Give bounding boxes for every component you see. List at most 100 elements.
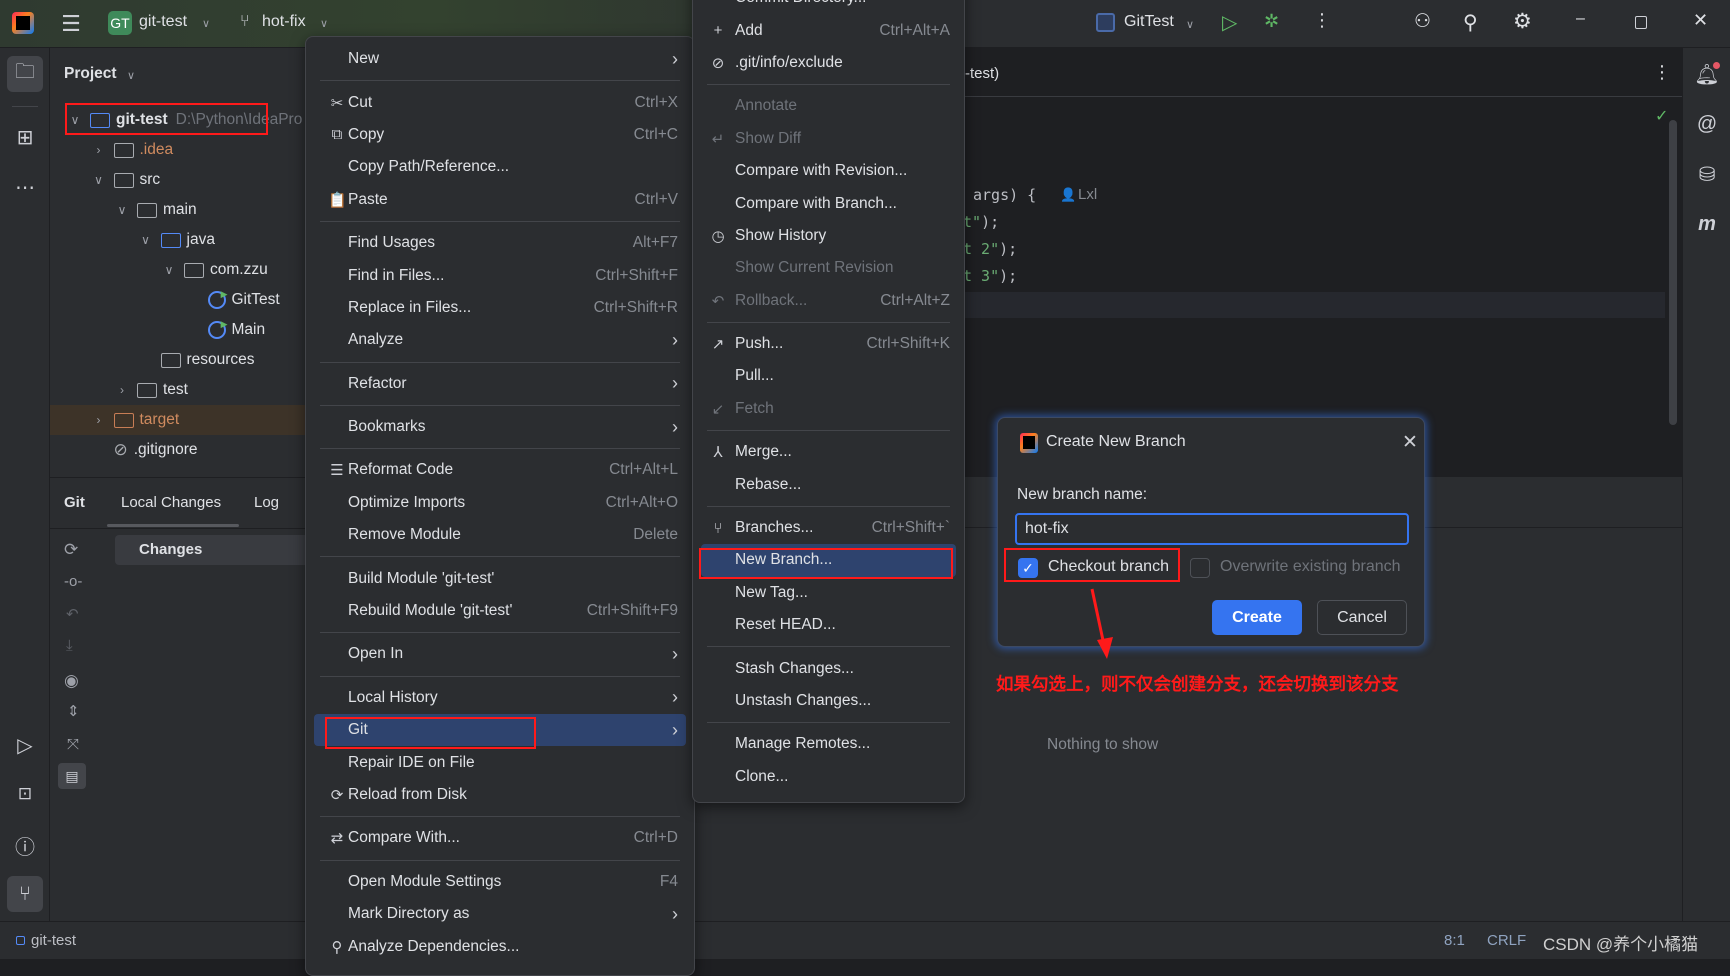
project-badge[interactable]: GT (108, 11, 132, 35)
menu-item-paste[interactable]: 📋 Paste Ctrl+V (314, 184, 686, 216)
branch-dropdown[interactable]: hot-fix (262, 13, 306, 31)
code-line[interactable]: args) { (973, 186, 1036, 204)
main-menu-icon[interactable]: ☰ (58, 11, 84, 36)
menu-item-rollback[interactable]: ↶ Rollback... Ctrl+Alt+Z (701, 285, 956, 317)
menu-item-push[interactable]: ↗ Push... Ctrl+Shift+K (701, 328, 956, 360)
tree-item[interactable]: › target (50, 405, 305, 435)
chevron-down-icon[interactable]: ∨ (115, 203, 129, 217)
close-window-icon[interactable]: ✕ (1693, 10, 1708, 31)
commit-icon[interactable]: -o- (64, 573, 82, 590)
git-tool-icon[interactable]: ⑂ (7, 876, 43, 912)
menu-item-cut[interactable]: ✂ Cut Ctrl+X (314, 86, 686, 118)
tree-item[interactable]: ▶ Main (50, 315, 305, 345)
editor-scrollbar[interactable] (1669, 120, 1677, 425)
add-user-icon[interactable]: ⚇ (1414, 10, 1431, 33)
overwrite-branch-checkbox[interactable] (1190, 558, 1210, 578)
tree-item[interactable]: ∨ src (50, 165, 305, 195)
editor-tab-menu-icon[interactable]: ⋮ (1653, 62, 1671, 83)
menu-item-find-in-files[interactable]: Find in Files... Ctrl+Shift+F (314, 259, 686, 291)
ai-assistant-icon[interactable]: @ (1689, 106, 1725, 142)
tree-item[interactable]: › test (50, 375, 305, 405)
line-ending[interactable]: CRLF (1487, 932, 1526, 949)
menu-item-add[interactable]: + Add Ctrl+Alt+A (701, 14, 956, 46)
tree-item[interactable]: ∨ main (50, 195, 305, 225)
terminal-icon[interactable]: ⊡ (7, 776, 43, 812)
tree-item[interactable]: ⊘ .gitignore (50, 435, 305, 465)
database-icon[interactable]: ⛁ (1689, 156, 1725, 192)
menu-item-reformat-code[interactable]: ☰ Reformat Code Ctrl+Alt+L (314, 454, 686, 486)
menu-item-remove-module[interactable]: Remove Module Delete (314, 519, 686, 551)
tree-item[interactable]: ∨ git-test D:\Python\IdeaPro (50, 105, 305, 135)
notifications-icon[interactable]: 🔔︎ (1689, 56, 1725, 92)
menu-item-fetch[interactable]: ↙ Fetch (701, 393, 956, 425)
more-tools-icon[interactable]: ⋯ (7, 169, 43, 205)
menu-item-analyze[interactable]: Analyze › (314, 324, 686, 356)
close-dialog-icon[interactable]: ✕ (1402, 431, 1418, 454)
problems-icon[interactable]: ⓘ (7, 827, 43, 863)
branch-name-input[interactable] (1015, 513, 1409, 545)
menu-item-reload-from-disk[interactable]: ⟳ Reload from Disk (314, 779, 686, 811)
menu-item-show-current-revision[interactable]: Show Current Revision (701, 252, 956, 284)
menu-item-rebuild-module-git-test[interactable]: Rebuild Module 'git-test' Ctrl+Shift+F9 (314, 595, 686, 627)
menu-item-clone[interactable]: Clone... (701, 761, 956, 793)
create-button[interactable]: Create (1212, 600, 1302, 635)
refresh-icon[interactable]: ⟳ (64, 540, 78, 560)
maven-icon[interactable]: m (1689, 206, 1725, 242)
more-actions-icon[interactable]: ⋮ (1313, 10, 1331, 31)
chevron-down-icon[interactable]: ∨ (139, 233, 153, 247)
menu-item-find-usages[interactable]: Find Usages Alt+F7 (314, 227, 686, 259)
checkout-branch-label[interactable]: Checkout branch (1048, 558, 1169, 576)
menu-item-compare-with[interactable]: ⇄ Compare With... Ctrl+D (314, 822, 686, 854)
maximize-icon[interactable] (1635, 16, 1647, 29)
menu-item-stash-changes[interactable]: Stash Changes... (701, 652, 956, 684)
code-line[interactable]: t 3"); (963, 267, 1017, 285)
run-config-dropdown[interactable]: GitTest (1124, 13, 1174, 31)
menu-item-git[interactable]: Git › (314, 714, 686, 747)
tree-item[interactable]: ▶ GitTest (50, 285, 305, 315)
menu-item-open-module-settings[interactable]: Open Module Settings F4 (314, 866, 686, 898)
chevron-right-icon[interactable]: › (115, 383, 129, 397)
shelve-icon[interactable]: ⤓ (66, 637, 73, 654)
menu-item-git-info-exclude[interactable]: ⊘ .git/info/exclude (701, 47, 956, 79)
tree-item[interactable]: ∨ java (50, 225, 305, 255)
menu-item-manage-remotes[interactable]: Manage Remotes... (701, 728, 956, 760)
menu-item-repair-ide-on-file[interactable]: Repair IDE on File (314, 746, 686, 778)
chevron-right-icon[interactable]: › (92, 143, 106, 157)
code-line[interactable]: t"); (963, 213, 999, 231)
tree-item[interactable]: ∨ com.zzu (50, 255, 305, 285)
menu-item-mark-directory-as[interactable]: Mark Directory as › (314, 898, 686, 930)
tab-log[interactable]: Log (254, 494, 279, 511)
search-icon[interactable]: ⚲ (1463, 10, 1478, 35)
chevron-down-icon[interactable]: ∨ (162, 263, 176, 277)
menu-item-show-diff[interactable]: ↵ Show Diff (701, 123, 956, 155)
menu-item-rebase[interactable]: Rebase... (701, 468, 956, 500)
menu-item-compare-with-revision[interactable]: Compare with Revision... (701, 155, 956, 187)
cancel-button[interactable]: Cancel (1317, 600, 1407, 635)
checkout-branch-checkbox[interactable]: ✓ (1018, 558, 1038, 578)
project-folder-icon[interactable]: 🗀 (7, 56, 43, 92)
menu-item-replace-in-files[interactable]: Replace in Files... Ctrl+Shift+R (314, 292, 686, 324)
tree-item[interactable]: › .idea (50, 135, 305, 165)
status-project[interactable]: git-test (31, 932, 76, 949)
menu-item-new-branch[interactable]: New Branch... (701, 544, 956, 577)
menu-item-merge[interactable]: ⅄ Merge... (701, 436, 956, 468)
menu-item-pull[interactable]: Pull... (701, 360, 956, 392)
menu-item-optimize-imports[interactable]: Optimize Imports Ctrl+Alt+O (314, 487, 686, 519)
structure-icon[interactable]: ⊞ (7, 119, 43, 155)
overwrite-branch-label[interactable]: Overwrite existing branch (1220, 558, 1401, 576)
intellij-logo-icon[interactable] (12, 12, 34, 34)
menu-item-local-history[interactable]: Local History › (314, 682, 686, 714)
menu-item-annotate[interactable]: Annotate (701, 90, 956, 122)
menu-item-open-in[interactable]: Open In › (314, 638, 686, 670)
menu-item-new-tag[interactable]: New Tag... (701, 577, 956, 609)
menu-item-copy-path-reference[interactable]: Copy Path/Reference... (314, 151, 686, 183)
menu-item-bookmarks[interactable]: Bookmarks › (314, 411, 686, 443)
code-line[interactable]: t 2"); (963, 240, 1017, 258)
chevron-down-icon[interactable]: ∨ (92, 173, 106, 187)
menu-item-analyze-dependencies[interactable]: ⚲ Analyze Dependencies... (314, 930, 686, 962)
tab-local-changes[interactable]: Local Changes (121, 494, 221, 511)
collapse-all-icon[interactable]: ⤧ (67, 736, 79, 753)
editor-tab-fragment[interactable]: -test) (965, 65, 999, 82)
caret-position[interactable]: 8:1 (1444, 932, 1465, 949)
menu-item-new[interactable]: New › (314, 43, 686, 75)
